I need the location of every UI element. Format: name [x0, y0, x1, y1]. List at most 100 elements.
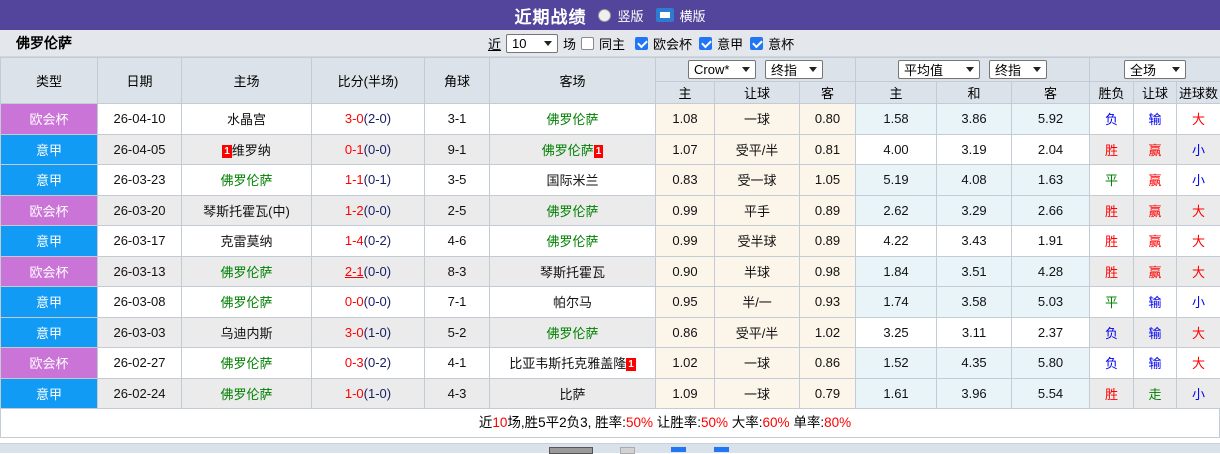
- match-count-select[interactable]: 10: [506, 34, 558, 53]
- odds-stage-value: 终指: [771, 60, 797, 79]
- match-date: 26-04-05: [98, 134, 182, 165]
- avg-home: 1.52: [856, 348, 937, 379]
- handicap: 一球: [715, 378, 800, 409]
- full-time-score: 3-0: [345, 111, 364, 126]
- handicap: 受一球: [715, 165, 800, 196]
- full-time-score: 3-0: [345, 325, 364, 340]
- scope-select[interactable]: 全场: [1124, 60, 1186, 79]
- table-row: 欧会杯26-02-27佛罗伦萨0-3(0-2)4-1比亚韦斯托克雅盖隆11.02…: [1, 348, 1220, 379]
- result-winloss: 负: [1090, 317, 1134, 348]
- table-row: 意甲26-03-23佛罗伦萨1-1(0-1)3-5国际米兰0.83受一球1.05…: [1, 165, 1220, 196]
- result-handicap: 赢: [1134, 226, 1177, 257]
- team-name-text: 乌迪内斯: [220, 326, 272, 341]
- next-section-strip: [0, 443, 1220, 453]
- avg-home: 4.00: [856, 134, 937, 165]
- avg-home: 1.74: [856, 287, 937, 318]
- result-goals: 大: [1177, 256, 1220, 287]
- half-time-score: (0-1): [364, 172, 391, 187]
- match-date: 26-02-24: [98, 378, 182, 409]
- avg-home: 5.19: [856, 165, 937, 196]
- subheader-avg-away: 客: [1012, 82, 1090, 104]
- away-team-cell: 帕尔马: [490, 287, 656, 318]
- avg-home: 1.84: [856, 256, 937, 287]
- bookmaker-value: Crow*: [694, 62, 729, 77]
- horizontal-layout-label: 横版: [680, 6, 706, 25]
- near-link[interactable]: 近: [488, 34, 501, 53]
- team-name-text: 琴斯托霍瓦: [540, 265, 605, 280]
- avg-source-select[interactable]: 平均值: [898, 60, 980, 79]
- avg-draw: 3.86: [937, 104, 1012, 135]
- odds-stage-select[interactable]: 终指: [765, 60, 823, 79]
- horizontal-layout-radio[interactable]: [656, 8, 674, 22]
- team-name-text: 水晶宫: [227, 112, 266, 127]
- half-time-score: (1-0): [364, 325, 391, 340]
- odds-away: 0.80: [800, 104, 856, 135]
- vertical-layout-radio[interactable]: [598, 9, 611, 22]
- match-date: 26-04-10: [98, 104, 182, 135]
- red-card-badge: 1: [594, 145, 604, 158]
- match-date: 26-03-23: [98, 165, 182, 196]
- result-goals: 小: [1177, 165, 1220, 196]
- same-home-label: 同主: [599, 34, 625, 53]
- cup-label-seriea: 意甲: [717, 34, 743, 53]
- team-name-text: 佛罗伦萨: [220, 265, 272, 280]
- handicap: 平手: [715, 195, 800, 226]
- result-goals: 小: [1177, 287, 1220, 318]
- summary-stat-label: 场,胜5平2负3, 胜率:: [507, 415, 626, 430]
- avg-away: 2.66: [1012, 195, 1090, 226]
- cup-checkbox-seriea[interactable]: [699, 37, 712, 50]
- avg-away: 5.80: [1012, 348, 1090, 379]
- results-table: 类型 日期 主场 比分(半场) 角球 客场 Crow* 终指: [0, 57, 1220, 409]
- team-name-text: 佛罗伦萨: [220, 173, 272, 188]
- chevron-down-icon: [809, 67, 817, 72]
- team-name-text: 维罗纳: [232, 143, 271, 158]
- avg-away: 2.04: [1012, 134, 1090, 165]
- result-handicap: 赢: [1134, 165, 1177, 196]
- team-name-text: 帕尔马: [553, 295, 592, 310]
- header-score: 比分(半场): [312, 58, 425, 104]
- avg-away: 5.54: [1012, 378, 1090, 409]
- summary-stat-value: 50%: [626, 415, 653, 430]
- same-home-checkbox[interactable]: [581, 37, 594, 50]
- team-name: 佛罗伦萨: [16, 33, 72, 53]
- corner-cell: 3-1: [425, 104, 490, 135]
- result-winloss: 负: [1090, 104, 1134, 135]
- bookmaker-select[interactable]: Crow*: [688, 60, 756, 79]
- partial-checkbox[interactable]: [620, 447, 635, 454]
- team-name-text: 佛罗伦萨: [220, 387, 272, 402]
- result-goals: 大: [1177, 104, 1220, 135]
- odds-away: 0.81: [800, 134, 856, 165]
- result-goals: 大: [1177, 317, 1220, 348]
- handicap: 受半球: [715, 226, 800, 257]
- cup-label-coppa: 意杯: [768, 34, 794, 53]
- odds-home: 0.90: [656, 256, 715, 287]
- result-winloss: 胜: [1090, 134, 1134, 165]
- result-goals: 大: [1177, 226, 1220, 257]
- partial-select[interactable]: [549, 447, 593, 454]
- chevron-down-icon: [742, 67, 750, 72]
- team-name-text: 佛罗伦萨: [546, 204, 598, 219]
- result-winloss: 平: [1090, 287, 1134, 318]
- header-odds-group: Crow* 终指: [656, 58, 856, 82]
- corner-cell: 5-2: [425, 317, 490, 348]
- away-team-cell: 比萨: [490, 378, 656, 409]
- half-time-score: (2-0): [364, 111, 391, 126]
- table-row: 意甲26-02-24佛罗伦萨1-0(1-0)4-3比萨1.09一球0.791.6…: [1, 378, 1220, 409]
- avg-stage-select[interactable]: 终指: [989, 60, 1047, 79]
- away-team-cell: 佛罗伦萨: [490, 104, 656, 135]
- avg-draw: 3.11: [937, 317, 1012, 348]
- cup-checkbox-coppa[interactable]: [750, 37, 763, 50]
- header-home: 主场: [182, 58, 312, 104]
- half-time-score: (0-0): [364, 203, 391, 218]
- home-team-cell: 佛罗伦萨: [182, 378, 312, 409]
- layout-radio-group: 竖版: [598, 6, 643, 25]
- cup-checkbox-uecl[interactable]: [635, 37, 648, 50]
- summary-row: 近10场,胜5平2负3, 胜率:50% 让胜率:50% 大率:60% 单率:80…: [0, 409, 1220, 438]
- chevron-down-icon: [966, 67, 974, 72]
- full-time-score[interactable]: 2-1: [345, 264, 364, 279]
- subheader-avg-draw: 和: [937, 82, 1012, 104]
- result-winloss: 胜: [1090, 378, 1134, 409]
- scope-value: 全场: [1130, 60, 1156, 79]
- table-row: 欧会杯26-03-13佛罗伦萨2-1(0-0)8-3琴斯托霍瓦0.90半球0.9…: [1, 256, 1220, 287]
- result-winloss: 平: [1090, 165, 1134, 196]
